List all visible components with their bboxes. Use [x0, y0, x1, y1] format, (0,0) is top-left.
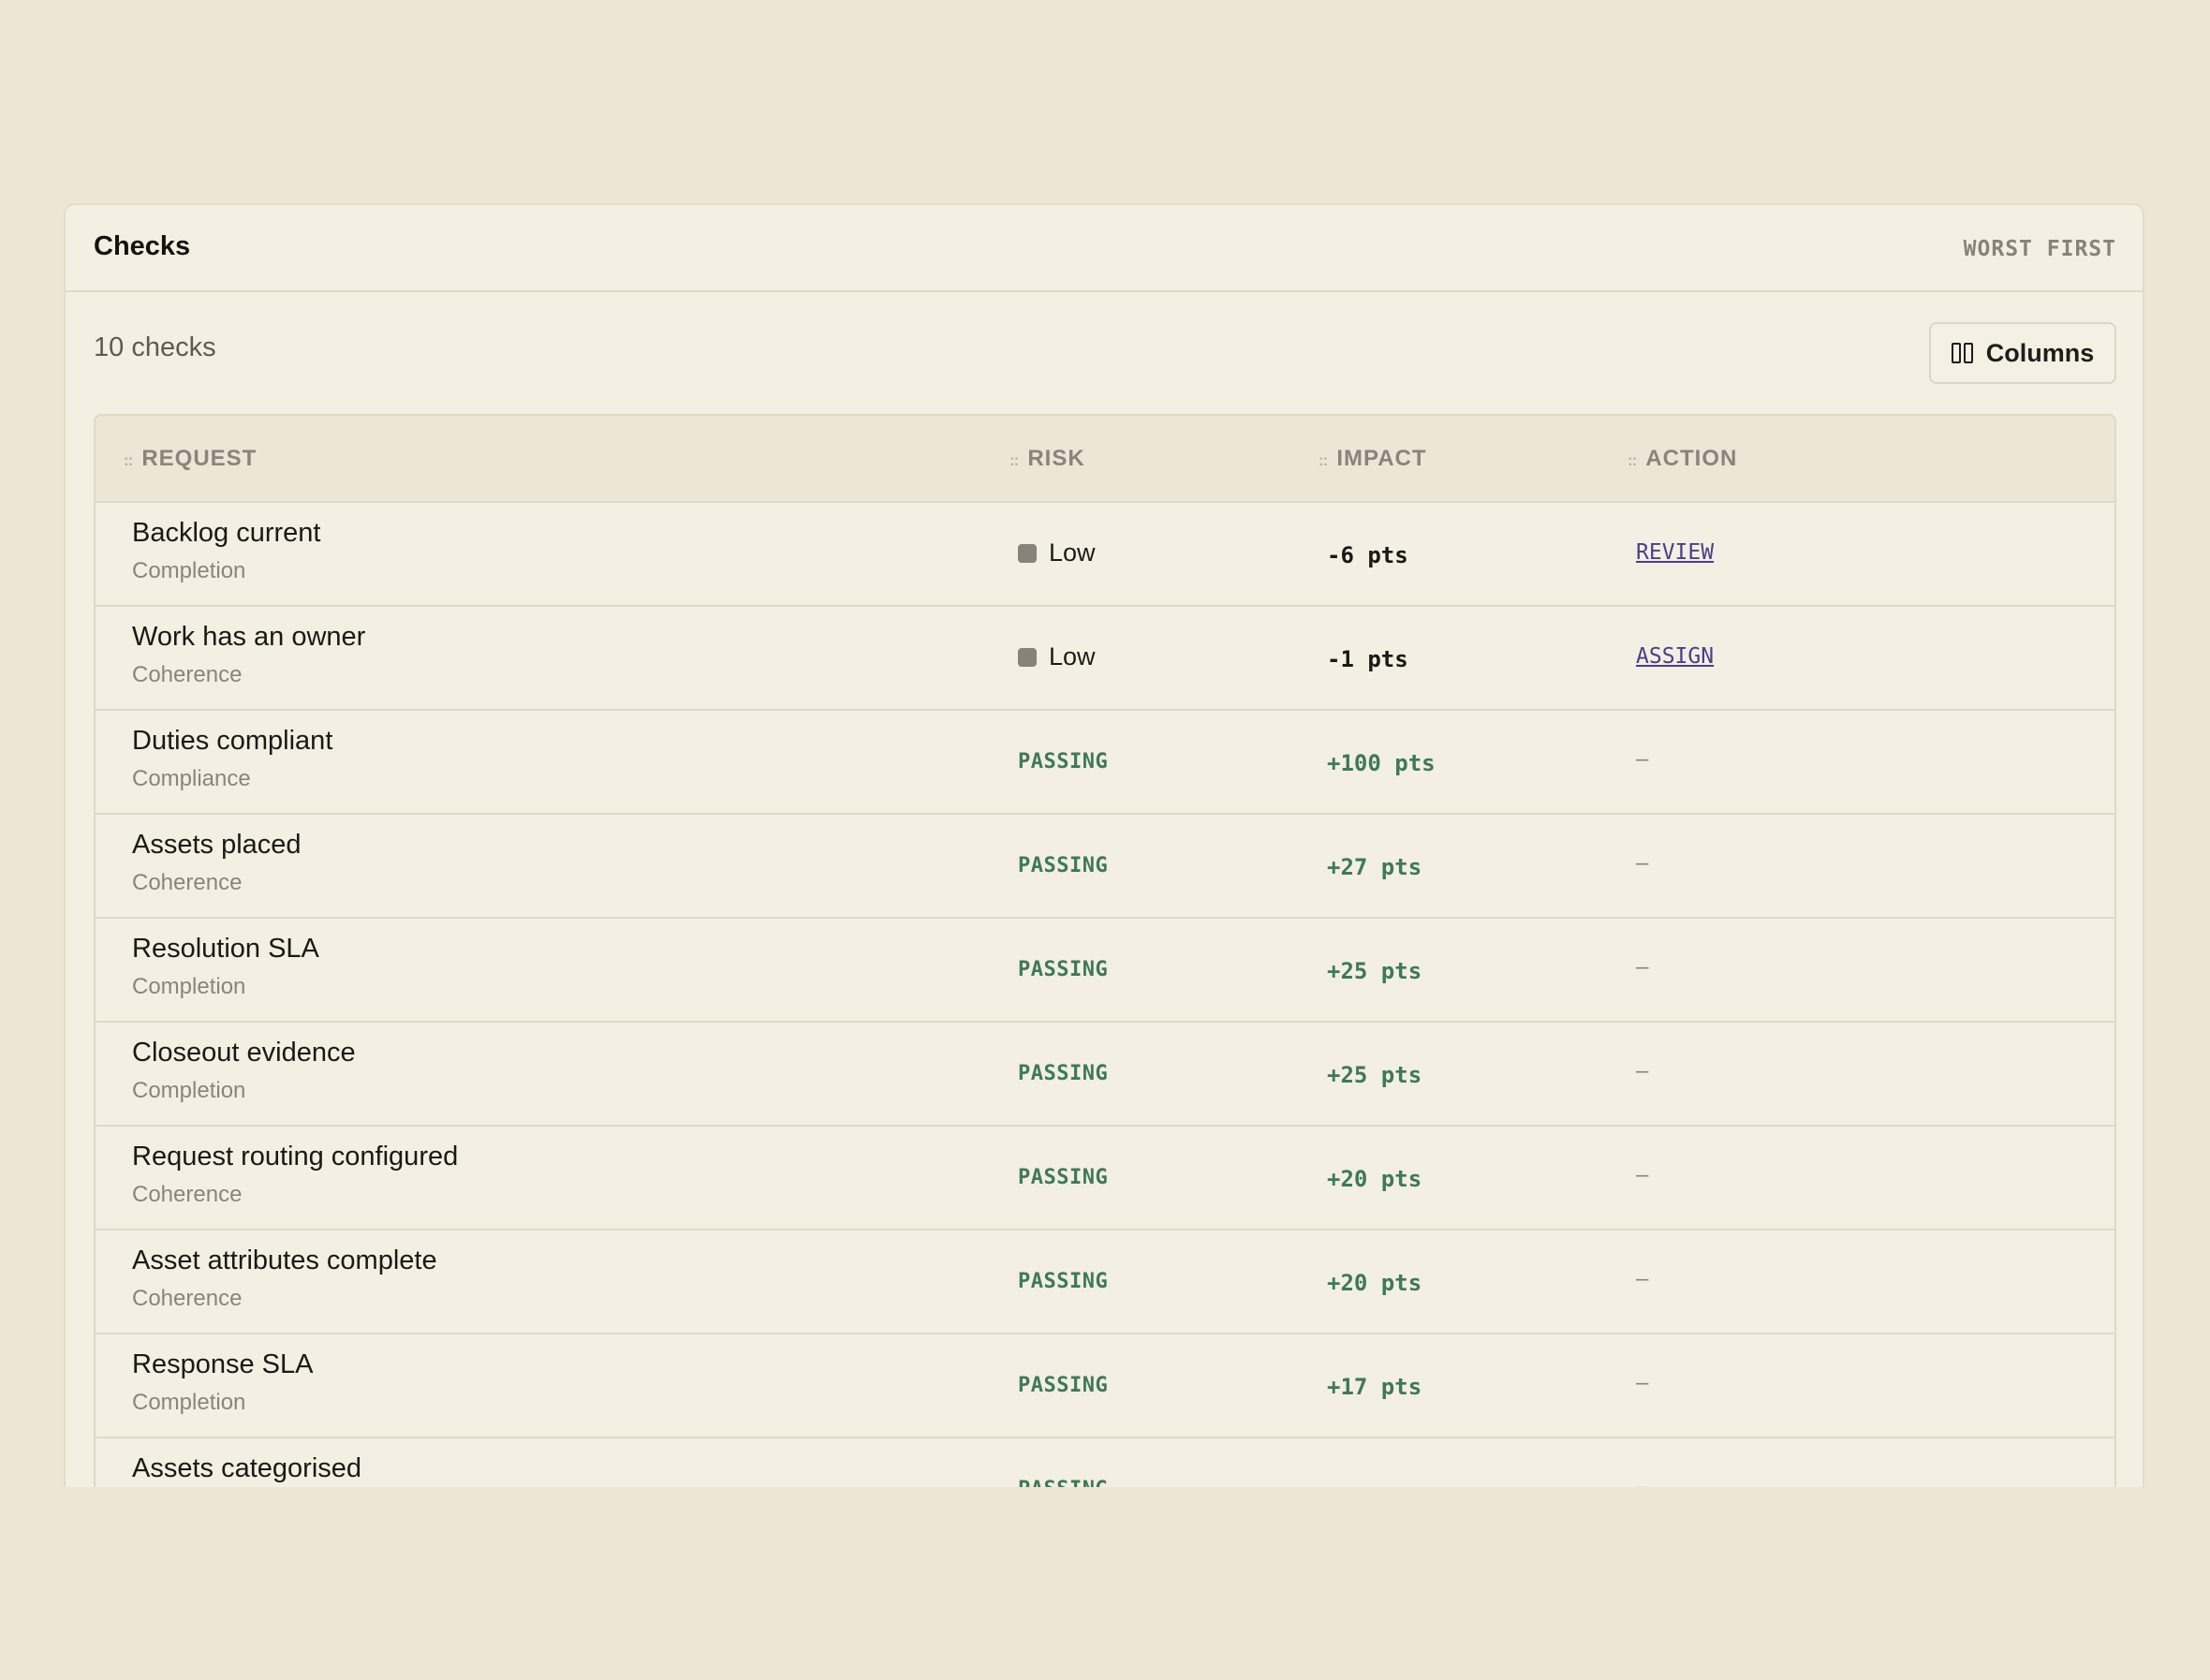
risk-badge: Low — [1018, 538, 1096, 567]
request-title: Assets placed — [132, 830, 302, 860]
table-row[interactable]: Closeout evidence Completion PASSING +25 pt… — [96, 1023, 2114, 1127]
panel-title: Checks — [94, 231, 191, 261]
risk-level-icon — [1018, 647, 1037, 667]
column-header-action[interactable]: :: ACTION — [1628, 446, 1737, 472]
table-row[interactable]: Request routing configured Coherence PASSI… — [96, 1127, 2114, 1231]
request-category: Completion — [132, 558, 246, 583]
request-category: Coherence — [132, 1182, 243, 1207]
table-row[interactable]: Resolution SLA Completion PASSING +25 pts – — [96, 919, 2114, 1023]
passing-status: PASSING — [1018, 958, 1109, 981]
no-action: – — [1636, 954, 1649, 980]
request-category: Compliance — [132, 766, 251, 791]
impact-value: +20 pts — [1327, 1166, 1422, 1192]
table-row[interactable]: Assets placed Coherence PASSING +27 pts – — [96, 815, 2114, 919]
action-link-assign[interactable]: ASSIGN — [1636, 644, 1714, 669]
table-row[interactable]: Duties compliant Compliance PASSING +100 pt… — [96, 711, 2114, 815]
request-category: Coherence — [132, 870, 243, 895]
request-category: Completion — [132, 974, 246, 999]
checks-table: :: REQUEST :: RISK :: IMPACT :: ACTION B… — [94, 414, 2116, 1487]
drag-grip-icon[interactable]: :: — [1319, 451, 1328, 470]
drag-grip-icon[interactable]: :: — [1628, 451, 1637, 470]
impact-value: +25 pts — [1327, 958, 1422, 984]
passing-status: PASSING — [1018, 854, 1109, 877]
table-row[interactable]: Assets categorised PASSING – — [96, 1438, 2114, 1487]
table-row[interactable]: Work has an owner Coherence Low -1 pts ASSIG… — [96, 607, 2114, 711]
table-row[interactable]: Asset attributes complete Coherence PASSIN… — [96, 1231, 2114, 1334]
request-title: Duties compliant — [132, 726, 333, 756]
drag-grip-icon[interactable]: :: — [124, 451, 133, 470]
checks-count: 10 checks — [94, 332, 216, 362]
request-category: Completion — [132, 1390, 246, 1415]
request-category: Coherence — [132, 1286, 243, 1311]
table-row[interactable]: Backlog current Completion Low -6 pts REVIEW — [96, 503, 2114, 607]
action-link-review[interactable]: REVIEW — [1636, 540, 1714, 565]
no-action: – — [1636, 1474, 1649, 1487]
passing-status: PASSING — [1018, 1478, 1108, 1487]
request-category: Coherence — [132, 662, 243, 687]
column-header-impact[interactable]: :: IMPACT — [1319, 446, 1427, 472]
risk-level-icon — [1018, 543, 1037, 563]
request-title: Response SLA — [132, 1349, 314, 1379]
columns-button[interactable]: Columns — [1929, 322, 2116, 384]
risk-label: Low — [1049, 642, 1096, 671]
risk-label: Low — [1049, 538, 1096, 567]
drag-grip-icon[interactable]: :: — [1009, 451, 1019, 470]
column-header-risk[interactable]: :: RISK — [1009, 446, 1085, 472]
impact-value: +20 pts — [1327, 1270, 1422, 1296]
impact-value: +25 pts — [1327, 1062, 1422, 1088]
no-action: – — [1636, 1162, 1649, 1187]
passing-status: PASSING — [1018, 1374, 1109, 1397]
risk-badge: Low — [1018, 642, 1096, 671]
table-header: :: REQUEST :: RISK :: IMPACT :: ACTION — [96, 416, 2114, 503]
column-header-request[interactable]: :: REQUEST — [124, 446, 257, 472]
no-action: – — [1636, 746, 1649, 772]
impact-value: +27 pts — [1327, 854, 1422, 880]
passing-status: PASSING — [1018, 1062, 1109, 1085]
columns-button-label: Columns — [1985, 338, 2095, 367]
request-title: Resolution SLA — [132, 934, 319, 964]
no-action: – — [1636, 1266, 1649, 1291]
passing-status: PASSING — [1018, 750, 1109, 774]
no-action: – — [1636, 850, 1649, 876]
columns-icon — [1951, 343, 1973, 363]
table-body: Backlog current Completion Low -6 pts REVIEW… — [96, 503, 2114, 1487]
impact-value: -6 pts — [1327, 542, 1408, 568]
request-category: Completion — [132, 1078, 246, 1103]
sort-order-toggle[interactable]: WORST FIRST — [1964, 237, 2116, 261]
request-title: Asset attributes complete — [132, 1245, 437, 1275]
passing-status: PASSING — [1018, 1270, 1109, 1293]
impact-value: +100 pts — [1327, 750, 1436, 776]
request-title: Assets categorised — [132, 1453, 362, 1483]
impact-value: -1 pts — [1327, 646, 1408, 672]
table-toolbar: 10 checks Columns — [66, 292, 2143, 414]
request-title: Backlog current — [132, 518, 321, 548]
checks-panel: Checks WORST FIRST 10 checks Columns :: … — [64, 203, 2144, 1487]
no-action: – — [1636, 1370, 1649, 1395]
request-title: Work has an owner — [132, 622, 366, 652]
impact-value: +17 pts — [1327, 1374, 1422, 1400]
panel-header: Checks WORST FIRST — [66, 205, 2143, 292]
request-title: Request routing configured — [132, 1142, 459, 1172]
no-action: – — [1636, 1058, 1649, 1083]
table-row[interactable]: Response SLA Completion PASSING +17 pts – — [96, 1334, 2114, 1438]
request-title: Closeout evidence — [132, 1038, 356, 1068]
passing-status: PASSING — [1018, 1166, 1109, 1189]
